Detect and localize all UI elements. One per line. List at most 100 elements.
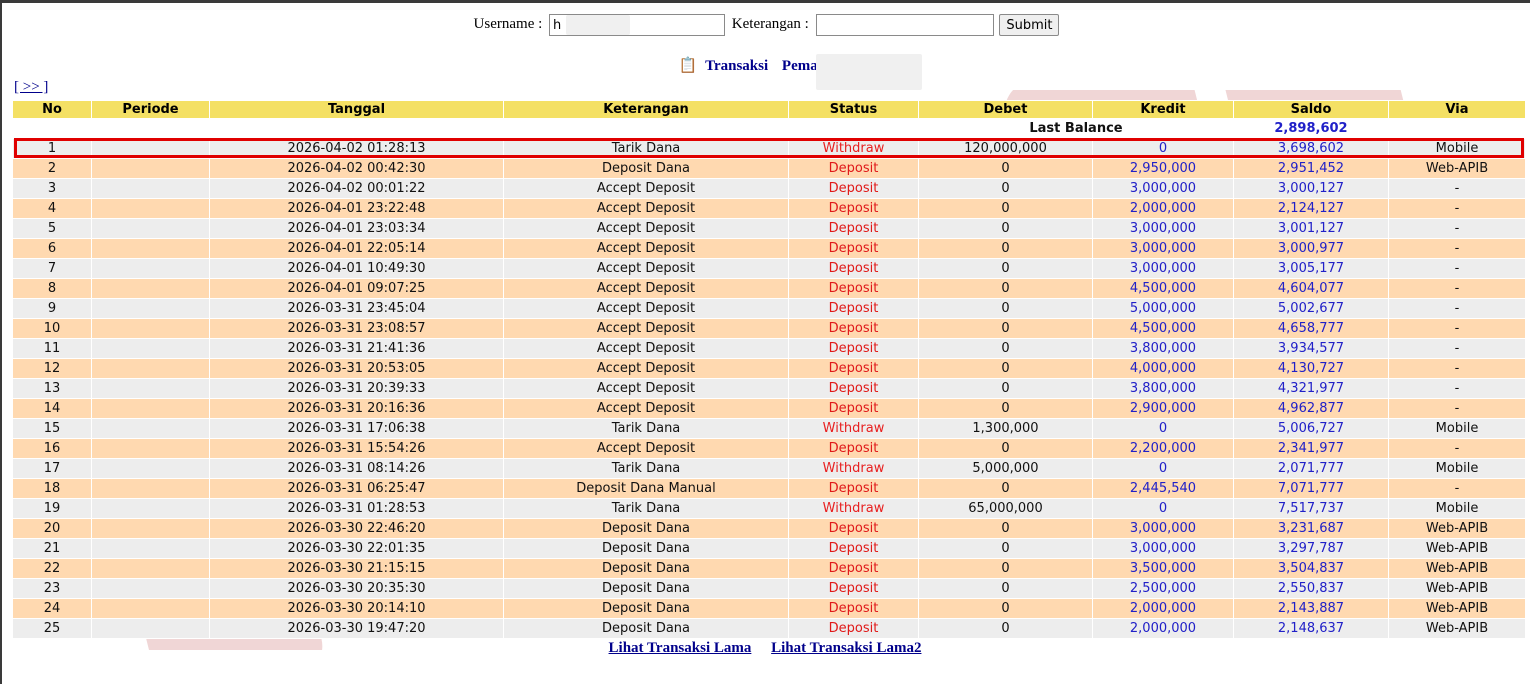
column-header-kredit: Kredit — [1093, 101, 1233, 118]
cell-tanggal: 2026-04-01 23:03:34 — [210, 219, 503, 238]
column-header-keterangan: Keterangan — [504, 101, 788, 118]
cell-debet: 0 — [919, 219, 1092, 238]
cell-via: Web-APIB — [1389, 159, 1525, 178]
cell-debet: 0 — [919, 519, 1092, 538]
cell-status: Deposit — [789, 299, 918, 318]
cell-via: Web-APIB — [1389, 619, 1525, 638]
cell-periode — [92, 599, 209, 618]
last-balance-via — [1389, 119, 1525, 138]
cell-tanggal: 2026-03-31 21:41:36 — [210, 339, 503, 358]
cell-tanggal: 2026-04-01 22:05:14 — [210, 239, 503, 258]
window-top-border — [0, 0, 1530, 3]
cell-kredit: 5,000,000 — [1093, 299, 1233, 318]
last-balance-label: Last Balance — [919, 119, 1233, 138]
cell-via: - — [1389, 379, 1525, 398]
table-row: 16 2026-03-31 15:54:26 Accept Deposit Depos… — [13, 439, 1525, 458]
cell-debet: 1,300,000 — [919, 419, 1092, 438]
cell-no: 21 — [13, 539, 91, 558]
cell-via: - — [1389, 179, 1525, 198]
column-header-no: No — [13, 101, 91, 118]
table-header-row: No Periode Tanggal Keterangan Status Deb… — [13, 101, 1525, 118]
cell-kredit: 3,800,000 — [1093, 379, 1233, 398]
cell-debet: 0 — [919, 279, 1092, 298]
cell-via: Web-APIB — [1389, 519, 1525, 538]
cell-via: Web-APIB — [1389, 559, 1525, 578]
cell-no: 19 — [13, 499, 91, 518]
cell-status: Deposit — [789, 319, 918, 338]
cell-status: Deposit — [789, 219, 918, 238]
column-header-saldo: Saldo — [1234, 101, 1388, 118]
cell-keterangan: Deposit Dana — [504, 619, 788, 638]
cell-kredit: 2,000,000 — [1093, 199, 1233, 218]
keterangan-input[interactable] — [815, 14, 994, 36]
table-row: 25 2026-03-30 19:47:20 Deposit Dana Deposit… — [13, 619, 1525, 638]
cell-via: Web-APIB — [1389, 579, 1525, 598]
cell-saldo: 3,698,602 — [1234, 139, 1388, 158]
redacted-player-blur — [816, 54, 922, 90]
cell-debet: 65,000,000 — [919, 499, 1092, 518]
cell-via: Mobile — [1389, 499, 1525, 518]
cell-periode — [92, 559, 209, 578]
cell-saldo: 2,124,127 — [1234, 199, 1388, 218]
cell-debet: 0 — [919, 539, 1092, 558]
cell-no: 5 — [13, 219, 91, 238]
cell-no: 4 — [13, 199, 91, 218]
cell-status: Withdraw — [789, 419, 918, 438]
table-row: 11 2026-03-31 21:41:36 Accept Deposit Depos… — [13, 339, 1525, 358]
old-transactions-link[interactable]: Lihat Transaksi Lama — [609, 640, 752, 656]
table-row: 15 2026-03-31 17:06:38 Tarik Dana Withdraw 1… — [13, 419, 1525, 438]
table-row: 19 2026-03-31 01:28:53 Tarik Dana Withdraw 6… — [13, 499, 1525, 518]
cell-debet: 0 — [919, 619, 1092, 638]
cell-periode — [92, 539, 209, 558]
cell-periode — [92, 219, 209, 238]
cell-kredit: 3,000,000 — [1093, 179, 1233, 198]
cell-kredit: 2,000,000 — [1093, 619, 1233, 638]
cell-no: 6 — [13, 239, 91, 258]
table-row: 2 2026-04-02 00:42:30 Deposit Dana Deposit 0… — [13, 159, 1525, 178]
cell-periode — [92, 579, 209, 598]
cell-no: 9 — [13, 299, 91, 318]
table-row: 7 2026-04-01 10:49:30 Accept Deposit Deposi… — [13, 259, 1525, 278]
cell-no: 18 — [13, 479, 91, 498]
next-page-link[interactable]: [ >> ] — [14, 79, 48, 96]
cell-via: Web-APIB — [1389, 539, 1525, 558]
column-header-periode: Periode — [92, 101, 209, 118]
cell-keterangan: Accept Deposit — [504, 219, 788, 238]
cell-debet: 0 — [919, 179, 1092, 198]
username-label: Username : — [473, 16, 543, 33]
cell-periode — [92, 619, 209, 638]
cell-kredit: 2,000,000 — [1093, 599, 1233, 618]
cell-periode — [92, 279, 209, 298]
column-header-tanggal: Tanggal — [210, 101, 503, 118]
cell-periode — [92, 379, 209, 398]
cell-tanggal: 2026-04-02 00:01:22 — [210, 179, 503, 198]
table-row: 10 2026-03-31 23:08:57 Accept Deposit Depos… — [13, 319, 1525, 338]
cell-saldo: 5,002,677 — [1234, 299, 1388, 318]
cell-saldo: 7,071,777 — [1234, 479, 1388, 498]
cell-saldo: 2,148,637 — [1234, 619, 1388, 638]
cell-status: Deposit — [789, 439, 918, 458]
column-header-via: Via — [1389, 101, 1525, 118]
cell-status: Deposit — [789, 559, 918, 578]
cell-tanggal: 2026-03-30 20:14:10 — [210, 599, 503, 618]
cell-periode — [92, 479, 209, 498]
cell-status: Deposit — [789, 259, 918, 278]
cell-no: 14 — [13, 399, 91, 418]
cell-via: - — [1389, 279, 1525, 298]
submit-button[interactable]: Submit — [999, 14, 1060, 36]
cell-kredit: 4,000,000 — [1093, 359, 1233, 378]
cell-debet: 0 — [919, 299, 1092, 318]
cell-via: - — [1389, 219, 1525, 238]
table-row: 24 2026-03-30 20:14:10 Deposit Dana Deposit… — [13, 599, 1525, 618]
cell-status: Deposit — [789, 519, 918, 538]
cell-periode — [92, 339, 209, 358]
last-balance-value: 2,898,602 — [1234, 119, 1388, 138]
cell-kredit: 3,000,000 — [1093, 519, 1233, 538]
cell-keterangan: Accept Deposit — [504, 399, 788, 418]
cell-keterangan: Accept Deposit — [504, 259, 788, 278]
cell-status: Deposit — [789, 159, 918, 178]
table-row: 4 2026-04-01 23:22:48 Accept Deposit Deposi… — [13, 199, 1525, 218]
cell-debet: 5,000,000 — [919, 459, 1092, 478]
old-transactions-2-link[interactable]: Lihat Transaksi Lama2 — [771, 640, 921, 656]
cell-via: Mobile — [1389, 419, 1525, 438]
